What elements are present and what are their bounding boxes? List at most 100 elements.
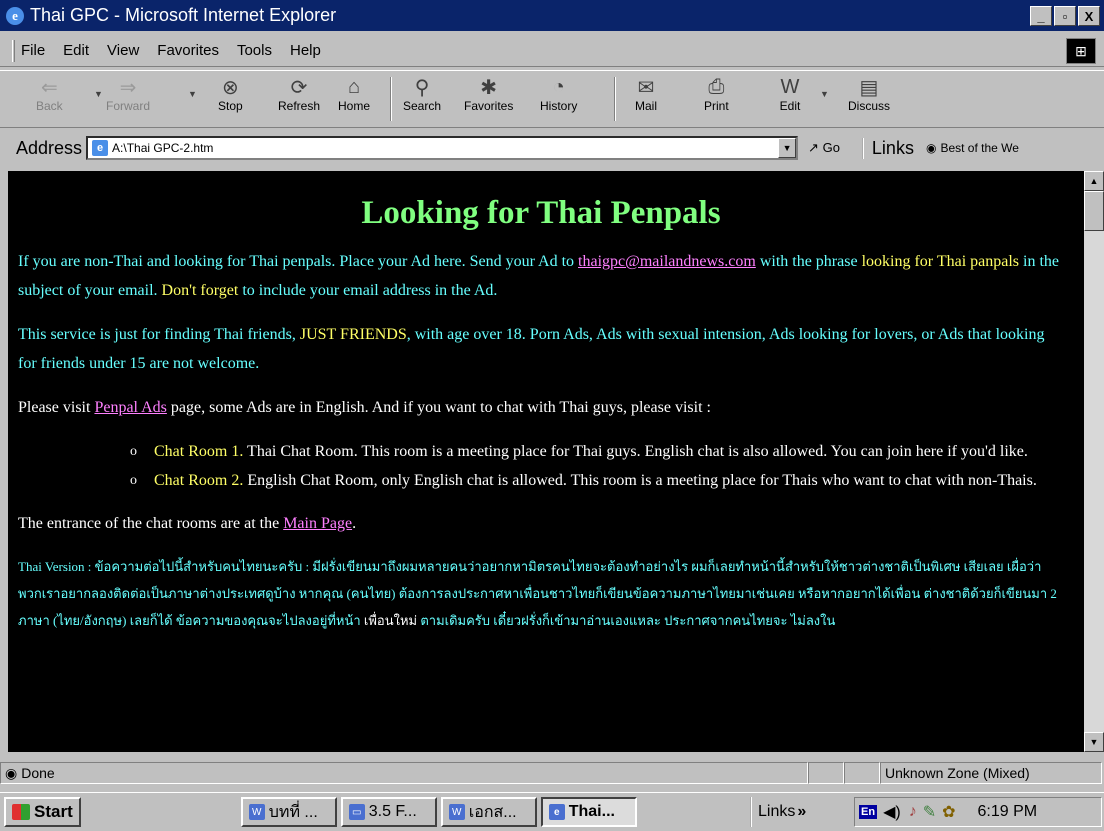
address-dropdown-icon[interactable]: ▼ xyxy=(778,138,797,158)
intro-text-2: with the phrase xyxy=(755,253,862,270)
new-friends-link[interactable]: เพื่อนใหม่ xyxy=(364,613,417,628)
go-button[interactable]: ↗ Go xyxy=(808,140,840,156)
title-bar[interactable]: e Thai GPC - Microsoft Internet Explorer… xyxy=(0,0,1104,31)
dont-forget-highlight: Don't forget xyxy=(161,282,239,299)
forward-dropdown-icon[interactable]: ▼ xyxy=(188,89,197,99)
menu-edit[interactable]: Edit xyxy=(63,42,89,59)
tray-app-icon[interactable]: ✿ xyxy=(942,802,955,822)
visit-paragraph: Please visit Penpal Ads page, some Ads a… xyxy=(18,393,1064,422)
address-url[interactable]: A:\Thai GPC-2.htm xyxy=(112,141,213,155)
zone-text: Unknown Zone (Mixed) xyxy=(885,765,1030,781)
task-label: เอกส... xyxy=(468,803,517,821)
entrance-paragraph: The entrance of the chat rooms are at th… xyxy=(18,509,1064,538)
toolbar-separator xyxy=(614,77,616,121)
page-viewport: Looking for Thai Penpals If you are non-… xyxy=(8,171,1084,752)
edit-button[interactable]: W Edit xyxy=(778,75,802,114)
forward-label: Forward xyxy=(106,99,151,113)
history-icon: ◔ xyxy=(552,75,565,98)
menu-tools[interactable]: Tools xyxy=(237,42,272,59)
taskbar-item-ie[interactable]: e Thai... xyxy=(540,797,637,827)
stop-button[interactable]: ⊗ Stop xyxy=(218,75,243,114)
menu-favorites[interactable]: Favorites xyxy=(157,42,219,59)
edit-label: Edit xyxy=(779,99,801,113)
chat-room-2-link[interactable]: Chat Room 2. xyxy=(154,472,243,489)
service-text-1: This service is just for finding Thai fr… xyxy=(18,326,300,343)
menu-help[interactable]: Help xyxy=(290,42,321,59)
service-paragraph: This service is just for finding Thai fr… xyxy=(18,320,1064,378)
print-icon: ⎙ xyxy=(708,75,725,98)
go-label: Go xyxy=(822,140,840,155)
history-label: History xyxy=(540,99,578,113)
search-button[interactable]: ⚲ Search xyxy=(403,75,441,114)
entrance-text-1: The entrance of the chat rooms are at th… xyxy=(18,515,284,532)
volume-icon[interactable]: ◀) xyxy=(883,802,901,822)
thai-version-paragraph: Thai Version : ข้อความต่อไปนี้สำหรับคนไท… xyxy=(18,553,1064,634)
penpal-ads-link[interactable]: Penpal Ads xyxy=(94,399,166,416)
chat-room-1-desc: Thai Chat Room. This room is a meeting p… xyxy=(243,443,1028,460)
visit-text-2: page, some Ads are in English. And if yo… xyxy=(166,399,711,416)
word-icon: W xyxy=(448,804,465,820)
address-label: Address xyxy=(16,137,83,158)
menu-bar: File Edit View Favorites Tools Help xyxy=(0,35,1104,67)
windows-logo-icon: ⊞ xyxy=(1066,38,1096,64)
refresh-button[interactable]: ⟳ Refresh xyxy=(278,75,320,114)
maximize-button[interactable]: ▫ xyxy=(1054,6,1076,26)
back-label: Back xyxy=(36,99,63,113)
home-icon: ⌂ xyxy=(347,75,361,98)
edit-icon: W xyxy=(780,75,800,98)
forward-button[interactable]: ⇒ Forward xyxy=(106,75,151,114)
entrance-text-2: . xyxy=(352,515,357,532)
scroll-up-icon[interactable]: ▲ xyxy=(1084,171,1104,191)
clock: 6:19 PM xyxy=(977,803,1038,820)
favorites-button[interactable]: ✱ Favorites xyxy=(464,75,514,114)
back-button[interactable]: ⇐ Back xyxy=(36,75,63,114)
chat-room-2-desc: English Chat Room, only English chat is … xyxy=(243,472,1037,489)
discuss-button[interactable]: ▤ Discuss xyxy=(848,75,890,114)
address-input[interactable]: e A:\Thai GPC-2.htm ▼ xyxy=(86,136,799,160)
email-link[interactable]: thaigpc@mailandnews.com xyxy=(578,253,756,270)
home-button[interactable]: ⌂ Home xyxy=(338,75,371,114)
home-label: Home xyxy=(338,99,371,113)
intro-paragraph: If you are non-Thai and looking for Thai… xyxy=(18,247,1064,305)
taskbar-item-doc1[interactable]: W บทที่ ... xyxy=(240,797,337,827)
close-button[interactable]: X xyxy=(1078,6,1100,26)
page-icon: e xyxy=(92,140,109,156)
menu-view[interactable]: View xyxy=(107,42,139,59)
go-arrow-icon: ↗ xyxy=(808,140,819,155)
history-button[interactable]: ◔ History xyxy=(540,75,578,114)
quick-links[interactable]: Links» xyxy=(750,797,806,827)
taskbar: Start W บทที่ ... ▭ 3.5 F... W เอกส... e Tha… xyxy=(0,792,1104,831)
menu-file[interactable]: File xyxy=(21,42,45,59)
start-label: Start xyxy=(34,802,73,821)
edit-dropdown-icon[interactable]: ▼ xyxy=(820,89,829,99)
status-text: Done xyxy=(21,765,55,781)
stop-label: Stop xyxy=(218,99,243,113)
toolbar-separator xyxy=(390,77,392,121)
chevron-right-icon[interactable]: » xyxy=(797,803,806,821)
links-label: Links xyxy=(758,803,796,820)
taskbar-item-doc2[interactable]: W เอกส... xyxy=(440,797,537,827)
forward-arrow-icon: ⇒ xyxy=(119,76,137,99)
back-dropdown-icon[interactable]: ▼ xyxy=(94,89,103,99)
subject-highlight: looking for Thai panpals xyxy=(861,253,1020,270)
address-bar: Address e A:\Thai GPC-2.htm ▼ ↗ Go Links… xyxy=(0,131,1104,165)
tray-app-icon[interactable]: ♪ xyxy=(909,803,917,821)
mail-button[interactable]: ✉ Mail xyxy=(634,75,658,114)
main-page-link[interactable]: Main Page xyxy=(283,515,352,532)
start-button[interactable]: Start xyxy=(4,797,81,827)
thai-text-2: ตามเดิมครับ เดี๋ยวฝรั่งก็เข้ามาอ่านเองแห… xyxy=(417,613,836,628)
chat-room-1-link[interactable]: Chat Room 1. xyxy=(154,443,243,460)
windows-flag-icon xyxy=(12,804,30,820)
taskbar-item-floppy[interactable]: ▭ 3.5 F... xyxy=(340,797,437,827)
mail-label: Mail xyxy=(634,99,657,113)
scroll-thumb[interactable] xyxy=(1084,191,1104,231)
links-toolbar-label[interactable]: Links xyxy=(861,137,914,159)
favorites-label: Favorites xyxy=(464,99,514,113)
language-indicator[interactable]: En xyxy=(859,805,878,819)
minimize-button[interactable]: _ xyxy=(1030,6,1052,26)
print-button[interactable]: ⎙ Print xyxy=(704,75,729,114)
scroll-down-icon[interactable]: ▼ xyxy=(1084,732,1104,752)
best-of-web-link[interactable]: ◉ Best of the We xyxy=(926,141,1019,155)
vertical-scrollbar[interactable]: ▲ ▼ xyxy=(1084,171,1104,752)
tray-app-icon[interactable]: ✎ xyxy=(923,802,936,822)
